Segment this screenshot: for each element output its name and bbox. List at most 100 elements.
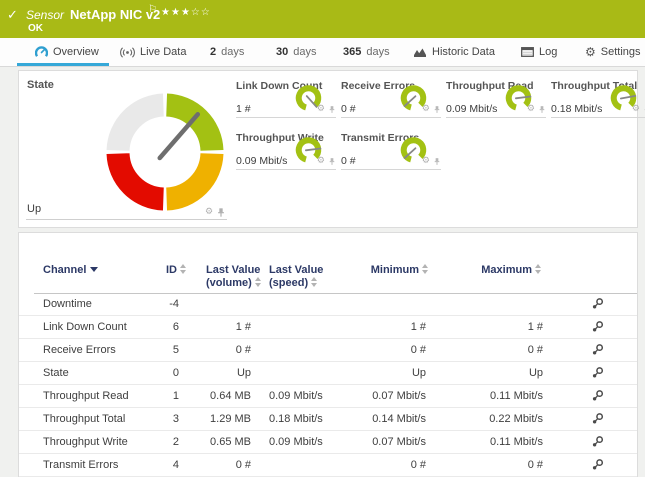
priority-flag-icon[interactable]: ⚐	[148, 4, 157, 15]
tab-settings[interactable]: ⚙ Settings	[585, 38, 641, 66]
gear-icon[interactable]: ⚙	[317, 105, 325, 114]
cell-minimum: 1 #	[341, 321, 426, 333]
active-tab-underline	[17, 63, 109, 66]
channel-settings-wrench-icon[interactable]	[591, 343, 604, 359]
tab-label: Historic Data	[432, 46, 495, 58]
pin-icon[interactable]	[433, 105, 441, 114]
cell-minimum: 0 #	[341, 459, 426, 471]
sort-icon	[255, 277, 262, 287]
pin-icon[interactable]	[433, 157, 441, 166]
table-row-throughput-read[interactable]: Throughput Read 1 0.64 MB 0.09 Mbit/s 0.…	[19, 385, 637, 408]
cell-last-value-volume: 1.29 MB	[169, 413, 251, 425]
star-empty-icon[interactable]: ☆	[201, 7, 211, 18]
cell-last-value-speed: 0.09 Mbit/s	[269, 390, 323, 402]
sort-icon	[311, 277, 318, 287]
table-row-state[interactable]: State 0 Up Up Up	[19, 362, 637, 385]
pin-icon[interactable]	[538, 105, 546, 114]
gauge-value: 0.09 Mbit/s	[446, 103, 497, 115]
channel-settings-wrench-icon[interactable]	[591, 297, 604, 313]
gear-icon[interactable]: ⚙	[527, 105, 535, 114]
tab-bar: Overview Live Data 2 days 30 days 365 da…	[0, 38, 645, 67]
star-filled-icon[interactable]: ★	[161, 7, 171, 18]
gauge-actions: ⚙	[422, 105, 441, 114]
sensor-status-text: OK	[28, 23, 43, 34]
cell-last-value-volume: 0.65 MB	[169, 436, 251, 448]
cell-maximum: 1 #	[457, 321, 543, 333]
cell-last-value-volume: 0.64 MB	[169, 390, 251, 402]
cell-channel: Throughput Write	[43, 436, 128, 448]
cell-minimum: 0.14 Mbit/s	[341, 413, 426, 425]
table-row-receive-errors[interactable]: Receive Errors 5 0 # 0 # 0 #	[19, 339, 637, 362]
gear-icon[interactable]: ⚙	[205, 208, 213, 217]
state-gauge-value: Up	[27, 203, 41, 215]
table-row-throughput-total[interactable]: Throughput Total 3 1.29 MB 0.18 Mbit/s 0…	[19, 408, 637, 431]
pin-icon[interactable]	[216, 207, 226, 218]
channel-settings-wrench-icon[interactable]	[591, 366, 604, 382]
channel-settings-wrench-icon[interactable]	[591, 412, 604, 428]
tab-overview[interactable]: Overview	[35, 38, 99, 66]
gear-icon[interactable]: ⚙	[317, 157, 325, 166]
table-row-transmit-errors[interactable]: Transmit Errors 4 0 # 0 # 0 #	[19, 454, 637, 477]
channel-settings-wrench-icon[interactable]	[591, 320, 604, 336]
cell-last-value-speed: 0.09 Mbit/s	[269, 436, 323, 448]
channel-settings-wrench-icon[interactable]	[591, 435, 604, 451]
cell-channel: Throughput Total	[43, 413, 125, 425]
pin-icon[interactable]	[328, 157, 336, 166]
tab-number: 30	[276, 46, 288, 58]
star-filled-icon[interactable]: ★	[181, 7, 191, 18]
cell-maximum: 0 #	[457, 344, 543, 356]
sort-caret-icon	[90, 267, 98, 272]
pin-icon[interactable]	[328, 105, 336, 114]
state-gauge-chart	[90, 77, 240, 227]
channel-settings-wrench-icon[interactable]	[591, 458, 604, 474]
table-row-throughput-write[interactable]: Throughput Write 2 0.65 MB 0.09 Mbit/s 0…	[19, 431, 637, 454]
cell-channel: Receive Errors	[43, 344, 116, 356]
state-gauge-actions: ⚙	[205, 207, 226, 218]
tab-label: Settings	[601, 46, 641, 58]
column-header-last-value-speed[interactable]: Last Value(speed)	[269, 264, 323, 290]
gear-icon: ⚙	[585, 45, 596, 59]
sort-icon	[422, 264, 429, 274]
gauge-tile-throughput-read: Throughput Read 0.09 Mbit/s ⚙	[446, 80, 546, 118]
cell-minimum: 0 #	[341, 344, 426, 356]
tab-label: days	[366, 46, 389, 58]
cell-last-value-speed: 0.18 Mbit/s	[269, 413, 323, 425]
gauge-tile-transmit-errors: Transmit Errors 0 # ⚙	[341, 132, 441, 170]
tab-2-days[interactable]: 2 days	[210, 38, 244, 66]
column-header-id[interactable]: ID	[129, 264, 187, 277]
channel-settings-wrench-icon[interactable]	[591, 389, 604, 405]
sensor-status-bar: ✓ Sensor NetApp NIC v2 ⚐ ★★★☆☆ OK	[0, 0, 645, 38]
cell-channel: Downtime	[43, 298, 92, 310]
sort-icon	[535, 264, 542, 274]
column-header-channel[interactable]: Channel	[43, 264, 98, 277]
tab-label: Live Data	[140, 46, 186, 58]
prtg-sensor-page: ✓ Sensor NetApp NIC v2 ⚐ ★★★☆☆ OK Overvi…	[0, 0, 645, 477]
column-header-last-value-volume[interactable]: Last Value(volume)	[206, 264, 262, 290]
cell-maximum: 0 #	[457, 459, 543, 471]
priority-stars[interactable]: ★★★☆☆	[161, 7, 211, 18]
gear-icon[interactable]: ⚙	[422, 157, 430, 166]
star-filled-icon[interactable]: ★	[171, 7, 181, 18]
tab-log[interactable]: Log	[521, 38, 557, 66]
tab-historic-data[interactable]: Historic Data	[413, 38, 495, 66]
cell-maximum: Up	[457, 367, 543, 379]
table-row-link-down-count[interactable]: Link Down Count 6 1 # 1 # 1 #	[19, 316, 637, 339]
sort-icon	[180, 264, 187, 274]
tab-label: Overview	[53, 46, 99, 58]
tab-30-days[interactable]: 30 days	[276, 38, 317, 66]
column-header-minimum[interactable]: Minimum	[319, 264, 429, 277]
gear-icon[interactable]: ⚙	[422, 105, 430, 114]
gauge-actions: ⚙	[632, 105, 645, 114]
cell-minimum: Up	[341, 367, 426, 379]
cell-channel: Throughput Read	[43, 390, 129, 402]
tab-365-days[interactable]: 365 days	[343, 38, 390, 66]
gear-icon[interactable]: ⚙	[632, 105, 640, 114]
column-header-maximum[interactable]: Maximum	[432, 264, 542, 277]
gauge-icon	[35, 46, 48, 59]
cell-last-value-volume: 0 #	[169, 459, 251, 471]
table-row-downtime[interactable]: Downtime -4	[19, 293, 637, 316]
tab-live-data[interactable]: Live Data	[120, 38, 186, 66]
star-empty-icon[interactable]: ☆	[191, 7, 201, 18]
status-ok-check-icon: ✓	[7, 8, 18, 23]
cell-channel: State	[43, 367, 69, 379]
